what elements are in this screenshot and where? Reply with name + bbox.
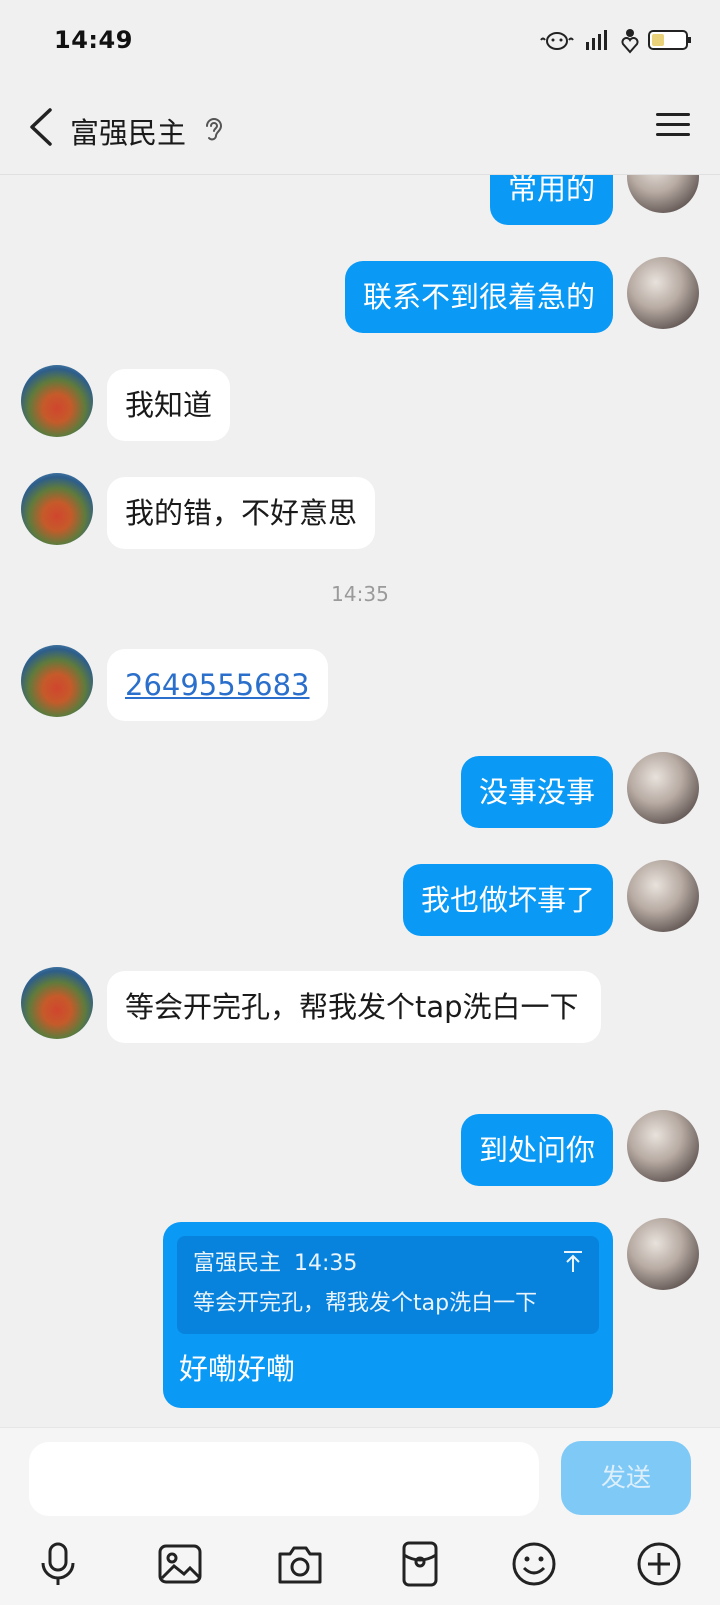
self-avatar[interactable] [627,1218,699,1290]
status-bar: 14:49 [0,0,720,80]
send-button[interactable]: 发送 [561,1441,691,1515]
contact-avatar[interactable] [21,645,93,717]
message-bubble-self[interactable]: 没事没事 [460,756,613,828]
quote-time: 14:35 [294,1251,358,1276]
reply-text: 好嘞好嘞 [179,1352,296,1386]
quote-header: 富强民主 14:35 [193,1248,583,1280]
self-avatar[interactable] [627,1110,699,1182]
quoted-message[interactable]: 富强民主 14:35 等会开完孔，帮我发个tap洗白一下 [177,1236,599,1334]
message-bubble-contact[interactable]: 等会开完孔，帮我发个tap洗白一下 [107,971,601,1043]
self-avatar[interactable] [627,175,699,213]
message-bubble-self[interactable]: 常用的 [489,175,613,225]
heart-icon [621,29,639,54]
message-bubble-self[interactable]: 到处问你 [460,1114,613,1186]
emoji-icon[interactable] [508,1538,560,1590]
message-bubble-contact[interactable]: 我知道 [107,369,231,441]
signal-icon [586,30,607,50]
message-timestamp: 14:35 [331,582,389,606]
microphone-icon[interactable] [32,1538,84,1590]
status-time: 14:49 [54,26,133,54]
camera-icon[interactable] [274,1538,326,1590]
chat-header: 富强民主 [0,80,720,175]
message-bubble-self[interactable]: 联系不到很着急的 [344,261,613,333]
sticker-icon [540,32,574,50]
quote-text: 等会开完孔，帮我发个tap洗白一下 [193,1291,538,1316]
contact-avatar[interactable] [21,967,93,1039]
red-packet-icon[interactable] [394,1538,446,1590]
message-bubble-contact[interactable]: 2649555683 [107,649,328,721]
message-bubble-reply[interactable]: 富强民主 14:35 等会开完孔，帮我发个tap洗白一下 好嘞好嘞 [163,1222,613,1408]
self-avatar[interactable] [627,752,699,824]
contact-avatar[interactable] [21,473,93,545]
self-avatar[interactable] [627,860,699,932]
phone-number-link[interactable]: 2649555683 [125,668,310,702]
image-icon[interactable] [154,1538,206,1590]
back-arrow-icon[interactable] [22,104,62,150]
battery-icon [648,30,691,50]
message-input[interactable] [29,1442,539,1516]
composer-bar: 发送 [0,1427,720,1605]
quote-sender: 富强民主 [193,1251,282,1276]
message-bubble-contact[interactable]: 我的错，不好意思 [107,477,376,549]
ear-icon[interactable] [200,114,226,144]
jump-to-original-icon[interactable] [563,1250,583,1274]
message-bubble-self[interactable]: 我也做坏事了 [402,864,613,936]
self-avatar[interactable] [627,257,699,329]
status-icons [538,26,692,54]
menu-icon[interactable] [656,110,690,140]
message-list[interactable]: 常用的 联系不到很着急的 我知道 我的错，不好意思 14:35 26495556… [0,175,720,1427]
contact-avatar[interactable] [21,365,93,437]
plus-icon[interactable] [633,1538,685,1590]
chat-title[interactable]: 富强民主 [70,110,186,152]
